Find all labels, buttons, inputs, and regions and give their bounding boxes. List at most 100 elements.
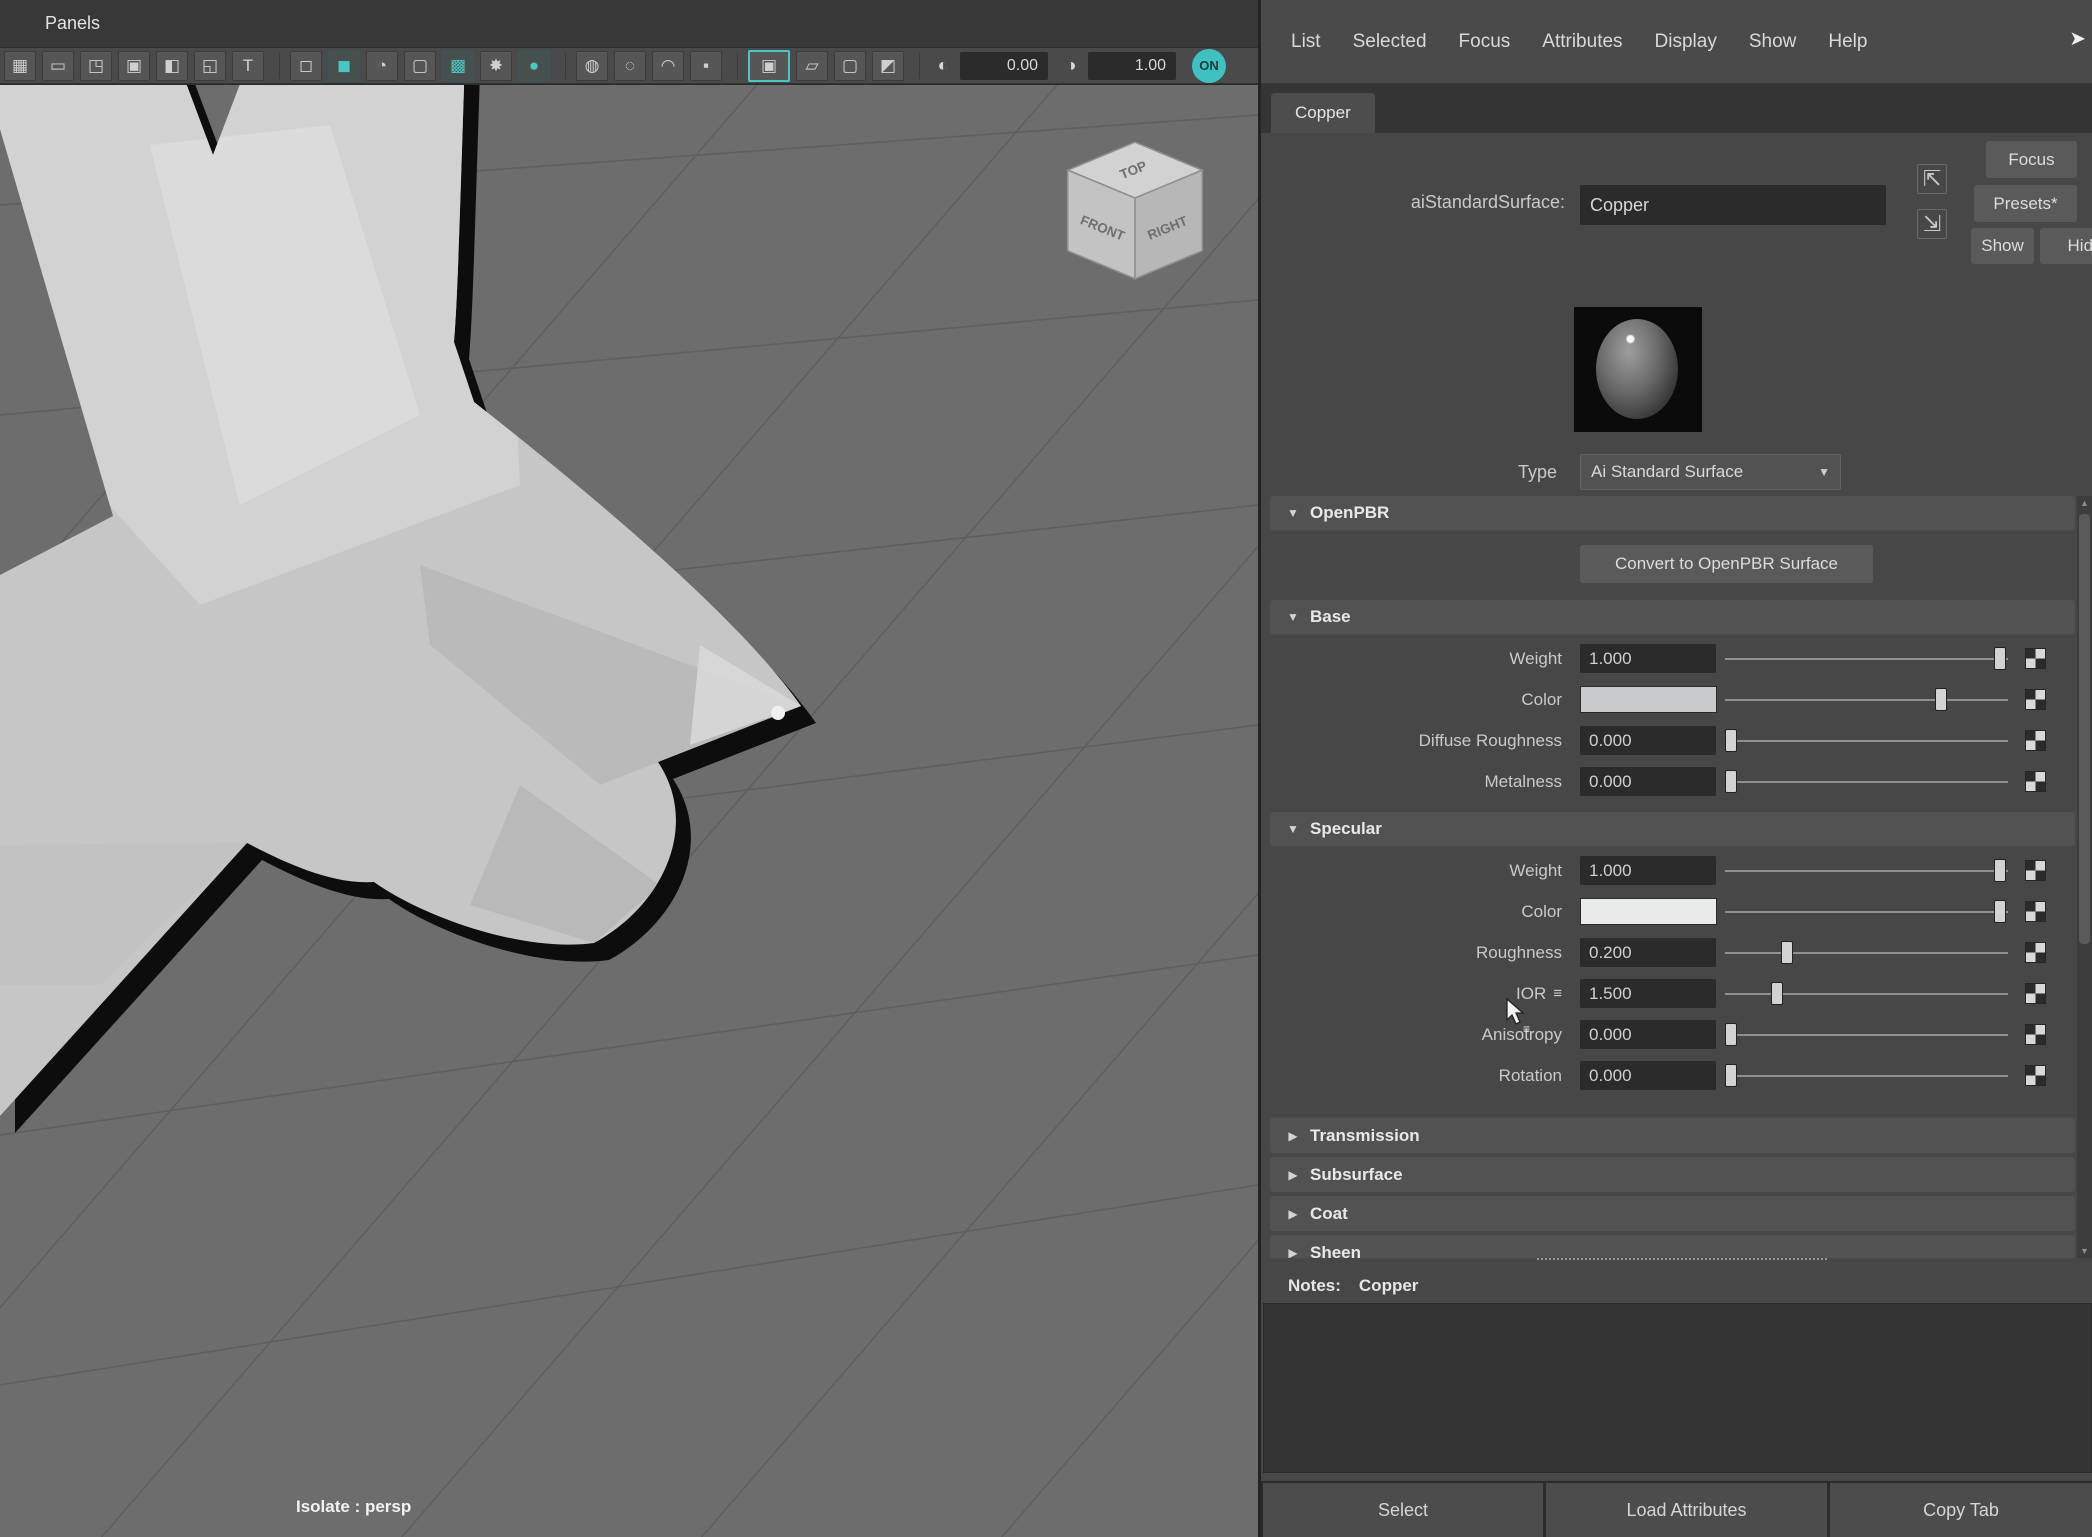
xray-joints-icon[interactable]: ▢	[834, 50, 866, 81]
value-field[interactable]: 0.000	[1580, 726, 1716, 755]
map-button[interactable]	[2025, 771, 2046, 792]
value-field[interactable]: 0.000	[1580, 1020, 1716, 1049]
select-button[interactable]: Select	[1263, 1483, 1543, 1537]
slider[interactable]	[1725, 1055, 2008, 1096]
slider[interactable]	[1725, 720, 2008, 761]
scrollbar-thumb[interactable]	[2079, 514, 2090, 944]
multisample-icon[interactable]: ◠	[652, 50, 684, 81]
input-connections-icon[interactable]: ⇱	[1917, 164, 1947, 194]
tab-copper[interactable]: Copper	[1271, 93, 1375, 133]
section-sheen[interactable]: ▶ Sheen	[1270, 1235, 2075, 1258]
shadows-icon[interactable]: ●	[518, 50, 550, 81]
value-field[interactable]: 0.000	[1580, 1061, 1716, 1090]
slider-handle[interactable]	[1934, 688, 1947, 711]
show-button[interactable]: Show	[1971, 228, 2034, 264]
map-button[interactable]	[2025, 942, 2046, 963]
slider-handle[interactable]	[1781, 941, 1794, 964]
slider[interactable]	[1725, 761, 2008, 802]
value-field[interactable]: 1.500	[1580, 979, 1716, 1008]
hide-button[interactable]: Hide	[2040, 228, 2092, 264]
slider[interactable]	[1725, 679, 2008, 720]
exposure-field[interactable]: 0.00	[960, 51, 1048, 80]
depth-peel-icon[interactable]: ▪	[690, 50, 722, 81]
presets-button[interactable]: Presets*	[1974, 185, 2077, 222]
menu-selected[interactable]: Selected	[1337, 23, 1443, 61]
all-lights-icon[interactable]: ✸	[480, 50, 512, 81]
focus-button[interactable]: Focus	[1986, 141, 2077, 178]
value-field[interactable]: 0.000	[1580, 767, 1716, 796]
load-attributes-button[interactable]: Load Attributes	[1546, 1483, 1827, 1537]
view-cube[interactable]: TOP FRONT RIGHT	[1060, 137, 1210, 287]
menu-show[interactable]: Show	[1733, 23, 1813, 61]
slider-handle[interactable]	[1770, 982, 1783, 1005]
gamma-icon[interactable]: ◑	[1058, 55, 1084, 76]
type-dropdown[interactable]: Ai Standard Surface ▼	[1580, 454, 1841, 490]
scroll-up-icon[interactable]: ▲	[2077, 496, 2092, 510]
material-swatch[interactable]	[1574, 307, 1702, 432]
map-button[interactable]	[2025, 983, 2046, 1004]
occlusion-icon[interactable]: ◍	[576, 50, 608, 81]
film-gate-icon[interactable]: ▭	[42, 50, 74, 81]
default-material-icon[interactable]: ▢	[404, 50, 436, 81]
wireframe-display-icon[interactable]: ◻	[290, 50, 322, 81]
slider[interactable]	[1725, 638, 2008, 679]
section-subsurface[interactable]: ▶ Subsurface	[1270, 1157, 2075, 1192]
slider[interactable]	[1725, 1014, 2008, 1055]
safe-action-icon[interactable]: ◱	[194, 50, 226, 81]
panel-arrow-icon[interactable]: ➤	[2069, 26, 2086, 51]
color-swatch[interactable]	[1580, 898, 1717, 925]
resolution-gate-icon[interactable]: ◳	[80, 50, 112, 81]
value-field[interactable]: 1.000	[1580, 856, 1716, 885]
camera-thumbnail-icon[interactable]: ◩	[872, 50, 904, 81]
copy-tab-button[interactable]: Copy Tab	[1830, 1483, 2092, 1537]
grid-display-icon[interactable]: ▦	[4, 50, 36, 81]
gate-mask-icon[interactable]: ▣	[118, 50, 150, 81]
notes-textarea[interactable]	[1263, 1303, 2092, 1473]
value-field[interactable]: 0.200	[1580, 938, 1716, 967]
color-swatch[interactable]	[1580, 686, 1717, 713]
menu-focus[interactable]: Focus	[1443, 23, 1527, 61]
section-specular[interactable]: ▼ Specular	[1270, 812, 2075, 846]
map-button[interactable]	[2025, 1065, 2046, 1086]
textured-display-icon[interactable]: ▩	[442, 50, 474, 81]
notes-resize-handle[interactable]	[1537, 1258, 1827, 1260]
slider-handle[interactable]	[1725, 1064, 1737, 1087]
slider-handle[interactable]	[1725, 729, 1737, 752]
section-transmission[interactable]: ▶ Transmission	[1270, 1118, 2075, 1153]
slider[interactable]	[1725, 850, 2008, 891]
slider[interactable]	[1725, 891, 2008, 932]
panels-menu[interactable]: Panels	[0, 13, 100, 34]
shade-options-icon[interactable]: ◔	[366, 50, 398, 81]
menu-help[interactable]: Help	[1812, 23, 1883, 61]
section-base[interactable]: ▼ Base	[1270, 600, 2075, 634]
slider[interactable]	[1725, 932, 2008, 973]
model-starfish[interactable]	[0, 85, 816, 1133]
exposure-icon[interactable]: ◐	[930, 55, 956, 76]
scroll-down-icon[interactable]: ▼	[2077, 1244, 2092, 1258]
slider-handle[interactable]	[1725, 1023, 1737, 1046]
map-button[interactable]	[2025, 648, 2046, 669]
slider-handle[interactable]	[1725, 770, 1737, 793]
isolate-select-icon[interactable]: ▣	[748, 49, 790, 82]
smooth-shade-icon[interactable]: ◼	[328, 50, 360, 81]
node-name-field[interactable]: Copper	[1580, 185, 1886, 225]
slider[interactable]	[1725, 973, 2008, 1014]
output-connections-icon[interactable]: ⇲	[1917, 209, 1947, 239]
slider-handle[interactable]	[1994, 859, 2006, 882]
convert-openpbr-button[interactable]: Convert to OpenPBR Surface	[1580, 545, 1873, 583]
on-toggle[interactable]: ON	[1192, 48, 1226, 83]
map-button[interactable]	[2025, 689, 2046, 710]
ae-scrollbar[interactable]: ▲ ▼	[2077, 496, 2092, 1258]
menu-display[interactable]: Display	[1639, 23, 1733, 61]
map-button[interactable]	[2025, 1024, 2046, 1045]
map-button[interactable]	[2025, 860, 2046, 881]
menu-list[interactable]: List	[1275, 23, 1337, 61]
slider-handle[interactable]	[1994, 900, 2006, 923]
viewport-3d[interactable]: TOP FRONT RIGHT Isolate : persp	[0, 85, 1258, 1537]
field-chart-icon[interactable]: ◧	[156, 50, 188, 81]
map-button[interactable]	[2025, 730, 2046, 751]
section-openpbr[interactable]: ▼ OpenPBR	[1270, 496, 2075, 530]
menu-attributes[interactable]: Attributes	[1526, 23, 1638, 61]
xray-icon[interactable]: ▱	[796, 50, 828, 81]
safe-title-icon[interactable]: T	[232, 50, 264, 81]
